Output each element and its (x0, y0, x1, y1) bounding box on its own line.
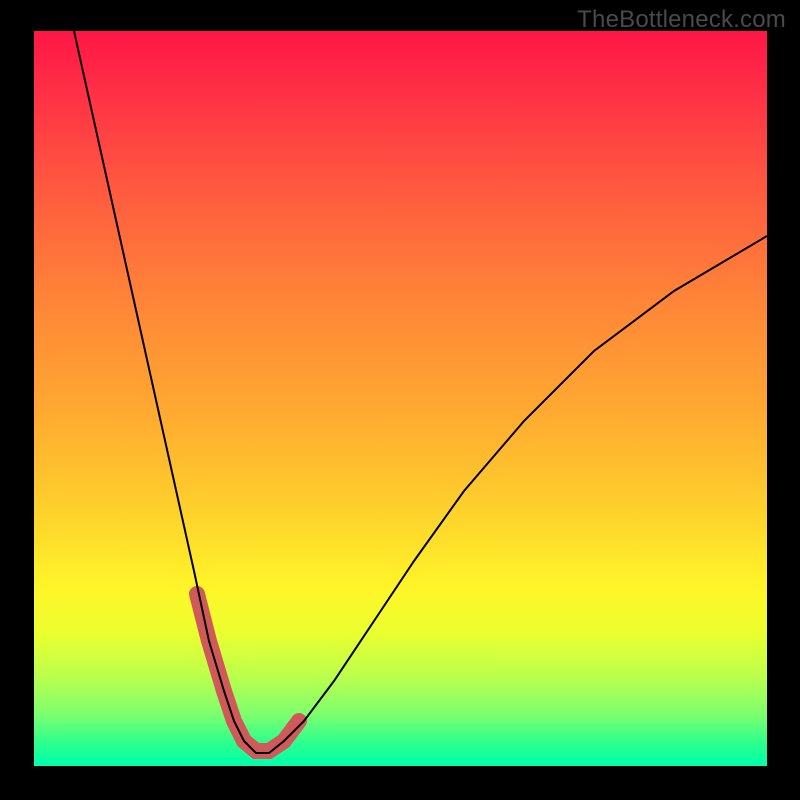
plot-area (34, 31, 767, 766)
curve-path (74, 31, 767, 753)
watermark-text: TheBottleneck.com (577, 6, 786, 34)
bottom-highlight-path (197, 594, 299, 751)
chart-svg (34, 31, 767, 766)
chart-frame: TheBottleneck.com (0, 0, 800, 800)
